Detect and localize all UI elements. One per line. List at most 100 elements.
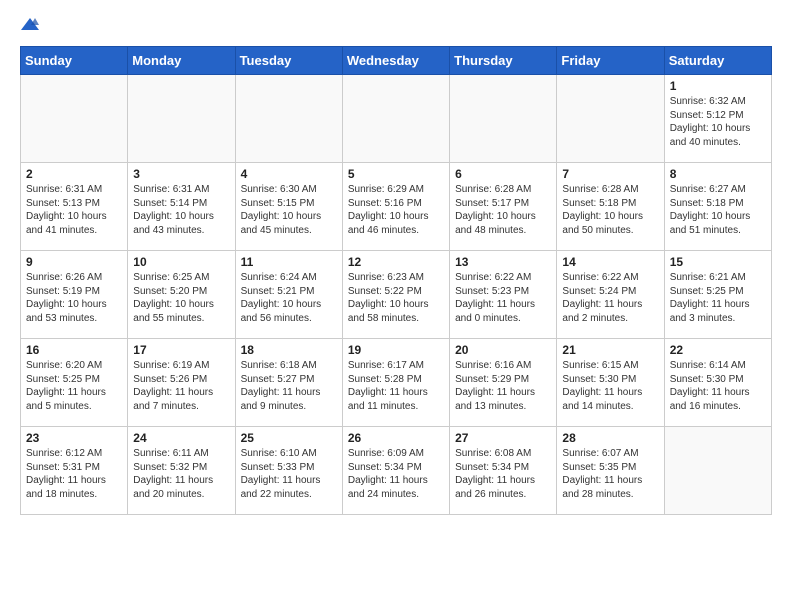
day-number: 22 — [670, 343, 766, 357]
day-cell: 20 Sunrise: 6:16 AM Sunset: 5:29 PM Dayli… — [450, 339, 557, 427]
day-info: Sunrise: 6:08 AM Sunset: 5:34 PM Dayligh… — [455, 447, 551, 501]
day-cell: 15 Sunrise: 6:21 AM Sunset: 5:25 PM Dayli… — [664, 251, 771, 339]
day-cell: 2 Sunrise: 6:31 AM Sunset: 5:13 PM Daylig… — [21, 163, 128, 251]
day-info: Sunrise: 6:14 AM Sunset: 5:30 PM Dayligh… — [670, 359, 766, 413]
day-info: Sunrise: 6:24 AM Sunset: 5:21 PM Dayligh… — [241, 271, 337, 325]
day-number: 15 — [670, 255, 766, 269]
day-number: 19 — [348, 343, 444, 357]
week-row-1: 1 Sunrise: 6:32 AM Sunset: 5:12 PM Daylig… — [21, 75, 772, 163]
day-number: 16 — [26, 343, 122, 357]
day-number: 3 — [133, 167, 229, 181]
day-info: Sunrise: 6:25 AM Sunset: 5:20 PM Dayligh… — [133, 271, 229, 325]
day-number: 11 — [241, 255, 337, 269]
day-cell: 6 Sunrise: 6:28 AM Sunset: 5:17 PM Daylig… — [450, 163, 557, 251]
day-info: Sunrise: 6:31 AM Sunset: 5:13 PM Dayligh… — [26, 183, 122, 237]
day-cell: 9 Sunrise: 6:26 AM Sunset: 5:19 PM Daylig… — [21, 251, 128, 339]
day-cell: 27 Sunrise: 6:08 AM Sunset: 5:34 PM Dayli… — [450, 427, 557, 515]
day-number: 20 — [455, 343, 551, 357]
day-info: Sunrise: 6:11 AM Sunset: 5:32 PM Dayligh… — [133, 447, 229, 501]
day-cell: 23Sunrise: 6:12 AM Sunset: 5:31 PM Dayli… — [21, 427, 128, 515]
day-info: Sunrise: 6:21 AM Sunset: 5:25 PM Dayligh… — [670, 271, 766, 325]
day-cell: 25 Sunrise: 6:10 AM Sunset: 5:33 PM Dayli… — [235, 427, 342, 515]
day-cell — [128, 75, 235, 163]
day-number: 27 — [455, 431, 551, 445]
day-cell: 5 Sunrise: 6:29 AM Sunset: 5:16 PM Daylig… — [342, 163, 449, 251]
day-cell: 16 Sunrise: 6:20 AM Sunset: 5:25 PM Dayli… — [21, 339, 128, 427]
day-info: Sunrise: 6:19 AM Sunset: 5:26 PM Dayligh… — [133, 359, 229, 413]
week-row-2: 2 Sunrise: 6:31 AM Sunset: 5:13 PM Daylig… — [21, 163, 772, 251]
week-row-3: 9 Sunrise: 6:26 AM Sunset: 5:19 PM Daylig… — [21, 251, 772, 339]
day-cell: 11 Sunrise: 6:24 AM Sunset: 5:21 PM Dayli… — [235, 251, 342, 339]
day-number: 1 — [670, 79, 766, 93]
day-info: Sunrise: 6:22 AM Sunset: 5:23 PM Dayligh… — [455, 271, 551, 325]
day-info: Sunrise: 6:28 AM Sunset: 5:17 PM Dayligh… — [455, 183, 551, 237]
day-cell: 21 Sunrise: 6:15 AM Sunset: 5:30 PM Dayli… — [557, 339, 664, 427]
weekday-friday: Friday — [557, 47, 664, 75]
day-number: 2 — [26, 167, 122, 181]
day-info: Sunrise: 6:18 AM Sunset: 5:27 PM Dayligh… — [241, 359, 337, 413]
day-cell: 12 Sunrise: 6:23 AM Sunset: 5:22 PM Dayli… — [342, 251, 449, 339]
day-number: 12 — [348, 255, 444, 269]
day-number: 18 — [241, 343, 337, 357]
day-cell — [557, 75, 664, 163]
day-number: 9 — [26, 255, 122, 269]
header — [20, 16, 772, 36]
day-cell — [21, 75, 128, 163]
calendar: SundayMondayTuesdayWednesdayThursdayFrid… — [20, 46, 772, 515]
day-info: Sunrise: 6:32 AM Sunset: 5:12 PM Dayligh… — [670, 95, 766, 149]
weekday-header-row: SundayMondayTuesdayWednesdayThursdayFrid… — [21, 47, 772, 75]
day-cell: 13 Sunrise: 6:22 AM Sunset: 5:23 PM Dayli… — [450, 251, 557, 339]
day-info: Sunrise: 6:20 AM Sunset: 5:25 PM Dayligh… — [26, 359, 122, 413]
day-info: Sunrise: 6:10 AM Sunset: 5:33 PM Dayligh… — [241, 447, 337, 501]
day-cell: 22 Sunrise: 6:14 AM Sunset: 5:30 PM Dayli… — [664, 339, 771, 427]
day-cell: 24 Sunrise: 6:11 AM Sunset: 5:32 PM Dayli… — [128, 427, 235, 515]
day-cell: 14Sunrise: 6:22 AM Sunset: 5:24 PM Dayli… — [557, 251, 664, 339]
day-number: 23 — [26, 431, 122, 445]
day-number: 10 — [133, 255, 229, 269]
day-cell: 17 Sunrise: 6:19 AM Sunset: 5:26 PM Dayli… — [128, 339, 235, 427]
weekday-tuesday: Tuesday — [235, 47, 342, 75]
logo — [20, 16, 39, 36]
day-number: 4 — [241, 167, 337, 181]
day-cell — [342, 75, 449, 163]
day-info: Sunrise: 6:07 AM Sunset: 5:35 PM Dayligh… — [562, 447, 658, 501]
day-cell: 8 Sunrise: 6:27 AM Sunset: 5:18 PM Daylig… — [664, 163, 771, 251]
day-info: Sunrise: 6:31 AM Sunset: 5:14 PM Dayligh… — [133, 183, 229, 237]
day-number: 6 — [455, 167, 551, 181]
weekday-monday: Monday — [128, 47, 235, 75]
day-number: 24 — [133, 431, 229, 445]
day-info: Sunrise: 6:22 AM Sunset: 5:24 PM Dayligh… — [562, 271, 658, 325]
day-number: 28 — [562, 431, 658, 445]
day-cell: 3 Sunrise: 6:31 AM Sunset: 5:14 PM Daylig… — [128, 163, 235, 251]
day-cell: 1 Sunrise: 6:32 AM Sunset: 5:12 PM Daylig… — [664, 75, 771, 163]
day-info: Sunrise: 6:26 AM Sunset: 5:19 PM Dayligh… — [26, 271, 122, 325]
day-info: Sunrise: 6:29 AM Sunset: 5:16 PM Dayligh… — [348, 183, 444, 237]
day-number: 8 — [670, 167, 766, 181]
day-number: 13 — [455, 255, 551, 269]
day-cell — [664, 427, 771, 515]
day-cell: 19 Sunrise: 6:17 AM Sunset: 5:28 PM Dayli… — [342, 339, 449, 427]
day-number: 17 — [133, 343, 229, 357]
day-info: Sunrise: 6:27 AM Sunset: 5:18 PM Dayligh… — [670, 183, 766, 237]
week-row-4: 16 Sunrise: 6:20 AM Sunset: 5:25 PM Dayli… — [21, 339, 772, 427]
day-number: 25 — [241, 431, 337, 445]
day-cell — [235, 75, 342, 163]
day-number: 7 — [562, 167, 658, 181]
logo-icon — [21, 16, 39, 34]
weekday-thursday: Thursday — [450, 47, 557, 75]
page: SundayMondayTuesdayWednesdayThursdayFrid… — [0, 0, 792, 535]
day-number: 21 — [562, 343, 658, 357]
day-cell — [450, 75, 557, 163]
weekday-wednesday: Wednesday — [342, 47, 449, 75]
day-cell: 28 Sunrise: 6:07 AM Sunset: 5:35 PM Dayli… — [557, 427, 664, 515]
day-cell: 18 Sunrise: 6:18 AM Sunset: 5:27 PM Dayli… — [235, 339, 342, 427]
day-cell: 26Sunrise: 6:09 AM Sunset: 5:34 PM Dayli… — [342, 427, 449, 515]
day-info: Sunrise: 6:09 AM Sunset: 5:34 PM Dayligh… — [348, 447, 444, 501]
day-number: 5 — [348, 167, 444, 181]
day-info: Sunrise: 6:23 AM Sunset: 5:22 PM Dayligh… — [348, 271, 444, 325]
day-info: Sunrise: 6:15 AM Sunset: 5:30 PM Dayligh… — [562, 359, 658, 413]
weekday-sunday: Sunday — [21, 47, 128, 75]
day-cell: 7Sunrise: 6:28 AM Sunset: 5:18 PM Daylig… — [557, 163, 664, 251]
day-info: Sunrise: 6:16 AM Sunset: 5:29 PM Dayligh… — [455, 359, 551, 413]
day-info: Sunrise: 6:17 AM Sunset: 5:28 PM Dayligh… — [348, 359, 444, 413]
